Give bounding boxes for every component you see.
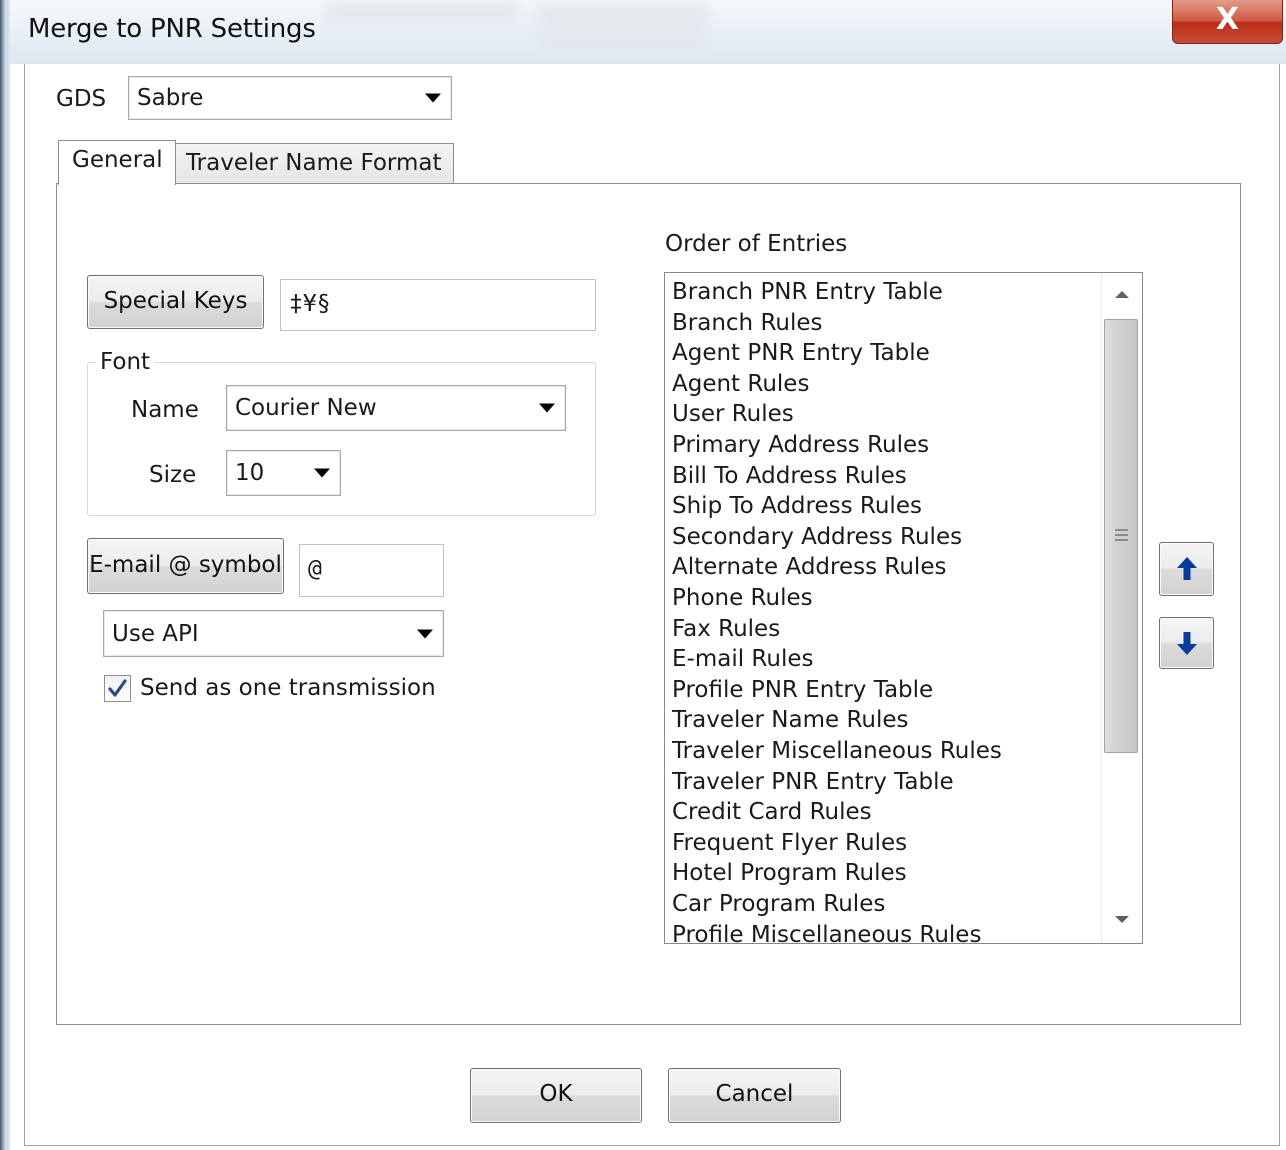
list-item[interactable]: Bill To Address Rules <box>672 461 907 492</box>
font-size-value: 10 <box>235 460 265 486</box>
gds-select[interactable]: Sabre <box>128 76 452 120</box>
background-window-blur <box>325 0 520 26</box>
list-item[interactable]: Alternate Address Rules <box>672 552 946 583</box>
list-item[interactable]: Phone Rules <box>672 583 813 614</box>
font-name-value: Courier New <box>235 395 377 421</box>
list-item[interactable]: Traveler Miscellaneous Rules <box>672 736 1002 767</box>
ok-button[interactable]: OK <box>470 1068 642 1123</box>
move-down-button[interactable] <box>1159 617 1214 669</box>
send-one-transmission-label: Send as one transmission <box>140 675 436 701</box>
window-left-border <box>0 0 10 1150</box>
list-scrollbar[interactable] <box>1101 273 1142 943</box>
list-item[interactable]: Profile Miscellaneous Rules <box>672 920 981 943</box>
scroll-down-icon[interactable] <box>1115 916 1129 923</box>
order-of-entries-label: Order of Entries <box>665 231 848 257</box>
checkmark-icon <box>108 679 127 697</box>
list-item[interactable]: Ship To Address Rules <box>672 491 922 522</box>
list-item[interactable]: Car Program Rules <box>672 889 885 920</box>
scroll-up-icon[interactable] <box>1115 291 1129 298</box>
chevron-down-icon <box>425 93 441 103</box>
order-of-entries-items: Branch PNR Entry Table Branch Rules Agent … <box>665 273 1101 943</box>
email-symbol-button[interactable]: E-mail @ symbol <box>87 538 284 594</box>
list-item[interactable]: Fax Rules <box>672 614 780 645</box>
list-item[interactable]: Traveler PNR Entry Table <box>672 767 954 798</box>
font-group-label: Font <box>96 349 155 375</box>
list-item[interactable]: User Rules <box>672 399 794 430</box>
list-item[interactable]: E-mail Rules <box>672 644 813 675</box>
list-item[interactable]: Hotel Program Rules <box>672 858 907 889</box>
chevron-down-icon <box>417 629 433 638</box>
order-of-entries-list[interactable]: Branch PNR Entry Table Branch Rules Agent … <box>664 272 1143 944</box>
list-item[interactable]: Secondary Address Rules <box>672 522 962 553</box>
tab-general-label: General <box>72 147 163 173</box>
scrollbar-thumb[interactable] <box>1104 319 1138 753</box>
tab-traveler-name-format-label: Traveler Name Format <box>186 150 442 176</box>
special-keys-field[interactable]: ‡¥§ <box>280 279 596 331</box>
list-item[interactable]: Traveler Name Rules <box>672 705 909 736</box>
api-mode-value: Use API <box>112 620 199 647</box>
gds-select-value: Sabre <box>137 85 204 111</box>
list-item[interactable]: Branch PNR Entry Table <box>672 277 943 308</box>
list-item[interactable]: Branch Rules <box>672 308 823 339</box>
background-window-blur-2 <box>535 2 710 56</box>
grip-icon <box>1115 529 1128 531</box>
list-item[interactable]: Profile PNR Entry Table <box>672 675 933 706</box>
arrow-up-icon <box>1177 557 1197 580</box>
font-size-label: Size <box>149 462 197 488</box>
special-keys-value: ‡¥§ <box>289 291 331 317</box>
font-name-label: Name <box>131 397 199 423</box>
list-item[interactable]: Frequent Flyer Rules <box>672 828 907 859</box>
font-size-select[interactable]: 10 <box>226 450 341 496</box>
tab-general[interactable]: General <box>58 140 176 185</box>
list-item[interactable]: Agent PNR Entry Table <box>672 338 930 369</box>
tab-traveler-name-format[interactable]: Traveler Name Format <box>175 143 454 183</box>
gds-label: GDS <box>56 86 107 112</box>
cancel-button[interactable]: Cancel <box>668 1068 841 1123</box>
email-symbol-value: @ <box>308 556 322 582</box>
arrow-down-icon <box>1177 632 1197 655</box>
list-item[interactable]: Credit Card Rules <box>672 797 872 828</box>
chevron-down-icon <box>314 468 330 478</box>
font-name-select[interactable]: Courier New <box>226 385 566 431</box>
api-mode-select[interactable]: Use API <box>103 610 444 657</box>
list-item[interactable]: Primary Address Rules <box>672 430 929 461</box>
close-button[interactable]: X <box>1172 0 1283 44</box>
move-up-button[interactable] <box>1159 542 1214 596</box>
email-symbol-field[interactable]: @ <box>299 544 444 597</box>
window-title: Merge to PNR Settings <box>28 14 316 44</box>
special-keys-button[interactable]: Special Keys <box>87 275 264 329</box>
send-one-transmission-checkbox[interactable] <box>104 675 131 702</box>
list-item[interactable]: Agent Rules <box>672 369 809 400</box>
chevron-down-icon <box>539 403 555 413</box>
